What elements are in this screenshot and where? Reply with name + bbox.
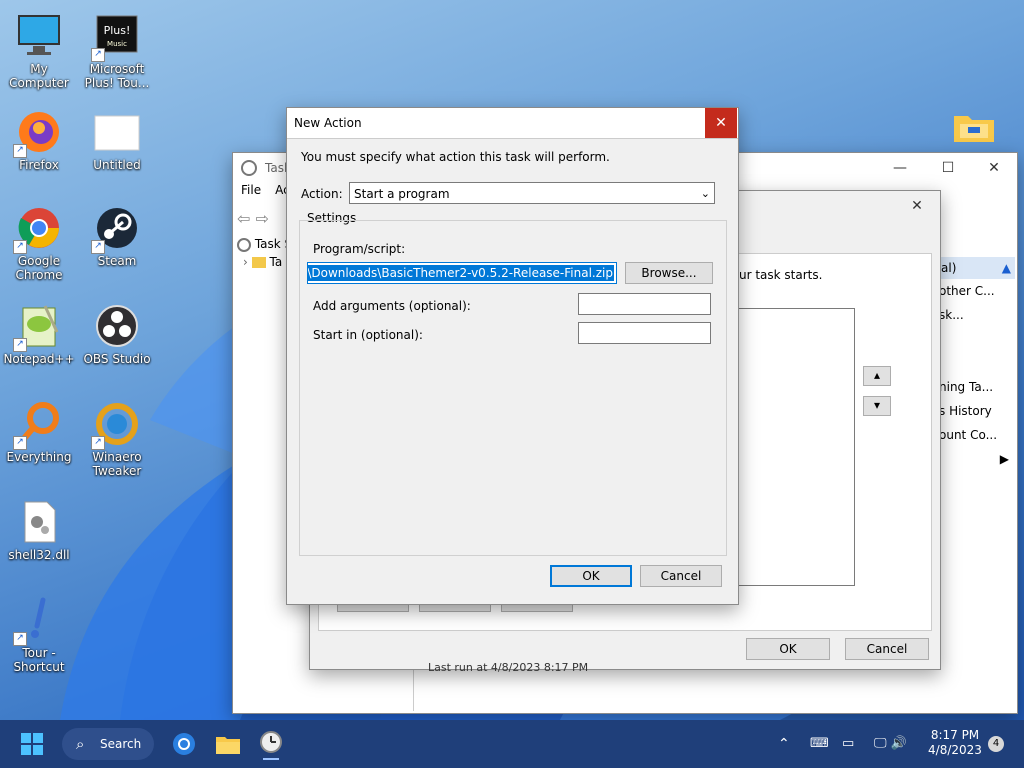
clock-time: 8:17 PM	[930, 728, 980, 742]
tree-library[interactable]: › Ta	[243, 255, 282, 269]
magnifier-icon: ↗	[13, 400, 63, 450]
firefox-icon: ↗	[13, 108, 63, 158]
desktop-icon-shell32[interactable]: shell32.dll	[0, 498, 78, 562]
close-button[interactable]: ✕	[894, 191, 940, 221]
shortcut-arrow-icon: ↗	[91, 48, 105, 62]
move-up-button[interactable]: ▴	[863, 366, 891, 386]
maximize-button[interactable]: ☐	[925, 153, 971, 183]
svg-text:Music: Music	[107, 40, 127, 48]
divider	[287, 138, 738, 139]
file-explorer-icon[interactable]	[212, 728, 244, 760]
keyboard-icon[interactable]: ⌨	[810, 728, 830, 760]
shortcut-arrow-icon: ↗	[91, 436, 105, 450]
dll-file-icon	[15, 498, 63, 546]
desktop-icon-my-computer[interactable]: My Computer	[0, 12, 78, 90]
args-input[interactable]	[578, 293, 711, 315]
close-button[interactable]: ✕	[971, 153, 1017, 183]
program-label: Program/script:	[313, 242, 406, 256]
desktop-icon-chrome[interactable]: ↗ Google Chrome	[0, 204, 78, 282]
forward-arrow-icon[interactable]: ⇨	[256, 209, 269, 228]
ok-button[interactable]: OK	[550, 565, 632, 587]
desktop-icon-firefox[interactable]: ↗ Firefox	[0, 108, 78, 172]
notification-badge[interactable]: 4	[988, 736, 1004, 752]
action-label: Action:	[301, 187, 343, 201]
desktop-icon-tour-shortcut[interactable]: ↗ Tour - Shortcut	[0, 596, 78, 674]
start-button[interactable]	[16, 728, 48, 760]
shortcut-arrow-icon: ↗	[13, 144, 27, 158]
move-down-button[interactable]: ▾	[863, 396, 891, 416]
desktop-icon-everything[interactable]: ↗ Everything	[0, 400, 78, 464]
back-arrow-icon[interactable]: ⇦	[237, 209, 250, 228]
desktop-icon-notepadpp[interactable]: ↗ Notepad++	[0, 302, 78, 366]
action-item[interactable]: s History	[939, 399, 1015, 423]
shortcut-arrow-icon: ↗	[13, 632, 27, 646]
exclamation-icon: ↗	[13, 596, 63, 646]
startin-input[interactable]	[578, 322, 711, 344]
actions-pane: al) ▲ other C... sk... ning Ta... s Hist…	[939, 257, 1015, 487]
desktop-icon-obs[interactable]: OBS Studio	[78, 302, 156, 366]
desktop-icon-winaero[interactable]: ↗ Winaero Tweaker	[78, 400, 156, 478]
shortcut-arrow-icon: ↗	[13, 240, 27, 254]
action-item[interactable]: sk...	[939, 303, 1015, 327]
folder-icon	[251, 257, 266, 268]
search-box[interactable]: ⌕ Search	[62, 728, 154, 760]
obs-icon	[93, 302, 141, 350]
notepadpp-icon: ↗	[13, 302, 63, 352]
svg-text:Plus!: Plus!	[104, 24, 131, 37]
minimize-button[interactable]: —	[877, 153, 923, 183]
chevron-down-icon: ⌄	[700, 187, 710, 200]
desktop-folder-icon[interactable]	[952, 110, 996, 144]
desktop-icon-steam[interactable]: ↗ Steam	[78, 204, 156, 268]
new-action-dialog: New Action ✕ You must specify what actio…	[286, 107, 739, 605]
clock-icon	[237, 237, 251, 252]
task-scheduler-taskbar-icon[interactable]	[254, 728, 288, 760]
program-input[interactable]: ABNET\Downloads\BasicThemer2-v0.5.2-Rele…	[307, 262, 617, 284]
plus-music-icon: Plus! Music ↗	[91, 12, 141, 62]
chrome-icon: ↗	[13, 204, 63, 254]
submenu-arrow-icon[interactable]: ▶	[939, 447, 1015, 471]
taskbar: ⌕ Search ⌃ ⌨ ▭ 🖵 🔊 8:17 PM 4/8/2023 4	[0, 720, 1024, 768]
instruction-text: You must specify what action this task w…	[301, 150, 610, 164]
windows-logo-icon	[21, 733, 43, 755]
new-action-titlebar: New Action	[287, 108, 738, 138]
clock-date: 4/8/2023	[928, 743, 982, 757]
chromium-taskbar-icon[interactable]	[168, 728, 200, 760]
browse-button[interactable]: Browse...	[625, 262, 713, 284]
args-label: Add arguments (optional):	[313, 299, 471, 313]
nav-arrows: ⇦ ⇨	[237, 209, 269, 228]
device-icon[interactable]: ▭	[842, 728, 862, 760]
cancel-button[interactable]: Cancel	[845, 638, 929, 660]
action-select[interactable]: Start a program ⌄	[349, 182, 715, 204]
chevron-right-icon: ›	[243, 255, 248, 269]
menu-file[interactable]: File	[241, 183, 261, 203]
desktop-icon-untitled[interactable]: Untitled	[78, 108, 156, 172]
shortcut-arrow-icon: ↗	[13, 436, 27, 450]
desktop-icon-plus-tour[interactable]: Plus! Music ↗ Microsoft Plus! Tou...	[78, 12, 156, 90]
actions-header: al) ▲	[939, 257, 1015, 279]
tree-root[interactable]: Task S	[237, 237, 292, 252]
show-hidden-icons-chevron-icon[interactable]: ⌃	[778, 728, 798, 760]
winaero-icon: ↗	[91, 400, 141, 450]
monitor-icon	[15, 12, 63, 60]
menu-bar: File Ac	[241, 183, 290, 203]
dialog-title: New Action	[294, 116, 362, 130]
startin-label: Start in (optional):	[313, 328, 423, 342]
status-text: Last run at 4/8/2023 8:17 PM	[428, 661, 589, 674]
clock-icon	[241, 160, 257, 176]
shortcut-arrow-icon: ↗	[13, 338, 27, 352]
close-button[interactable]: ✕	[705, 108, 737, 138]
clock[interactable]: 8:17 PM 4/8/2023	[924, 728, 986, 760]
collapse-up-icon[interactable]: ▲	[1002, 257, 1011, 279]
action-item[interactable]: other C...	[939, 279, 1015, 303]
shortcut-arrow-icon: ↗	[91, 240, 105, 254]
search-icon: ⌕	[76, 735, 85, 753]
action-item[interactable]: ning Ta...	[939, 375, 1015, 399]
steam-icon: ↗	[91, 204, 141, 254]
blank-file-icon	[93, 108, 141, 156]
network-volume-icon[interactable]: 🖵 🔊	[874, 728, 918, 760]
action-item[interactable]: ount Co...	[939, 423, 1015, 447]
cancel-button[interactable]: Cancel	[640, 565, 722, 587]
ok-button[interactable]: OK	[746, 638, 830, 660]
